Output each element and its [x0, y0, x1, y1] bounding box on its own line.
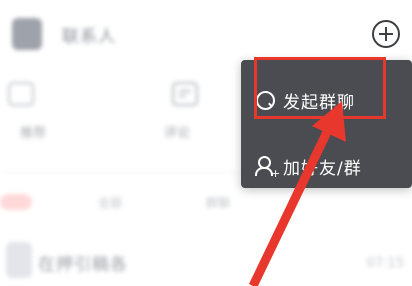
- annotation-arrow: [248, 101, 346, 286]
